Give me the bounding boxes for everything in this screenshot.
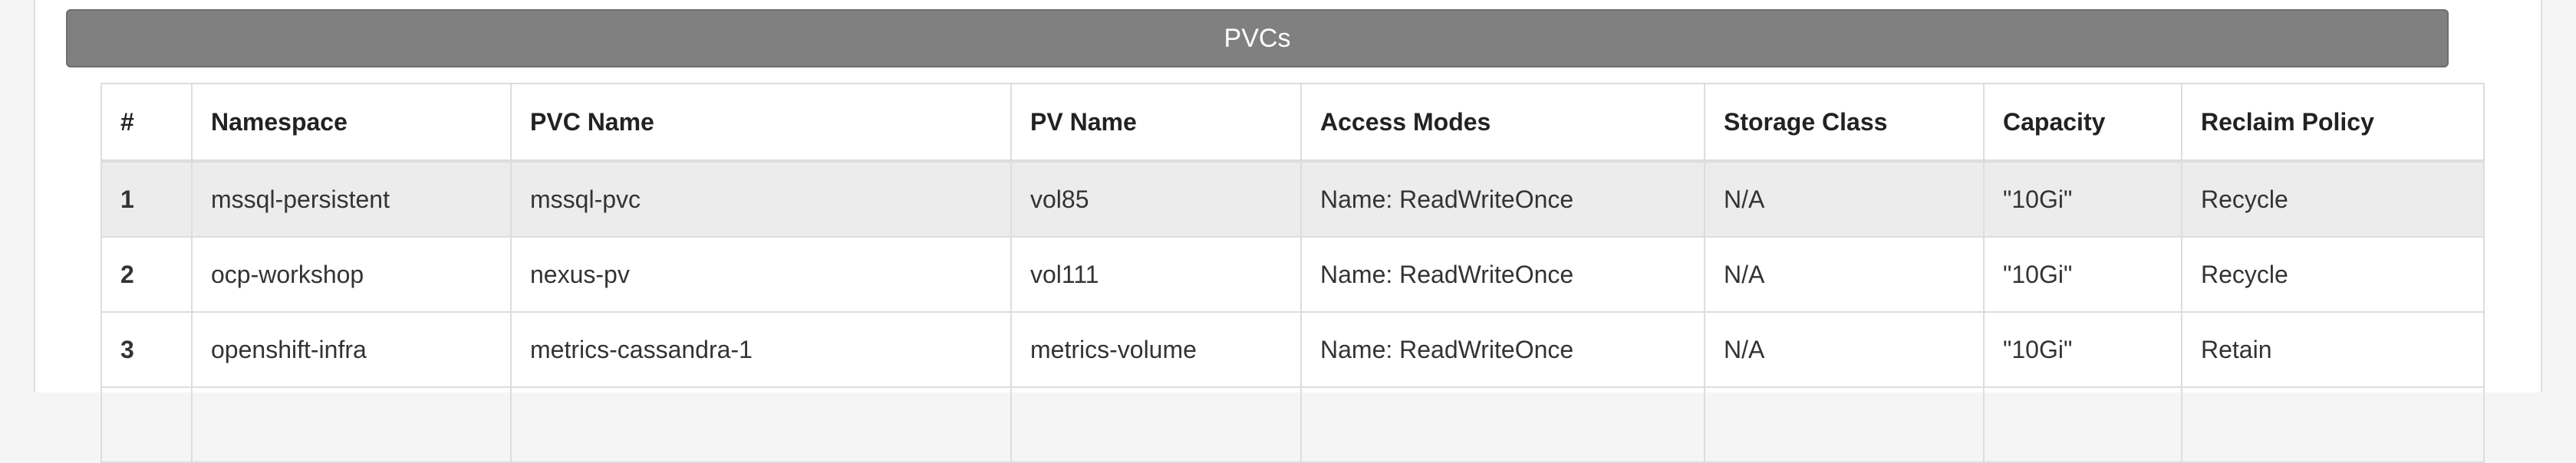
table-row-partial — [100, 386, 2485, 463]
cell-reclaim-policy: Recycle — [2181, 160, 2485, 238]
cell-pv-name: vol111 — [1010, 236, 1302, 313]
section-header: PVCs — [66, 9, 2449, 67]
column-header-namespace[interactable]: Namespace — [191, 83, 512, 163]
cell-index: 1 — [100, 160, 193, 238]
cell-pvc-name: nexus-pv — [510, 236, 1012, 313]
pvc-table: # Namespace PVC Name PV Name Access Mode… — [100, 83, 2485, 463]
cell-namespace: openshift-infra — [191, 311, 512, 388]
section-title: PVCs — [1224, 23, 1291, 53]
column-header-pv-name[interactable]: PV Name — [1010, 83, 1302, 163]
cell-namespace: ocp-workshop — [191, 236, 512, 313]
cell-storage-class: N/A — [1704, 236, 1985, 313]
column-header-index[interactable]: # — [100, 83, 193, 163]
column-header-capacity[interactable]: Capacity — [1983, 83, 2182, 163]
cell-access-modes: Name: ReadWriteOnce — [1300, 311, 1705, 388]
column-header-access-modes[interactable]: Access Modes — [1300, 83, 1705, 163]
cell-storage-class: N/A — [1704, 311, 1985, 388]
cell-pv-name: metrics-volume — [1010, 311, 1302, 388]
cell-reclaim-policy: Recycle — [2181, 236, 2485, 313]
cell-access-modes: Name: ReadWriteOnce — [1300, 236, 1705, 313]
table-header-row: # Namespace PVC Name PV Name Access Mode… — [100, 83, 2485, 163]
cell-capacity: "10Gi" — [1983, 236, 2182, 313]
cell-access-modes: Name: ReadWriteOnce — [1300, 160, 1705, 238]
cell-storage-class: N/A — [1704, 160, 1985, 238]
cell-pvc-name: metrics-cassandra-1 — [510, 311, 1012, 388]
column-header-pvc-name[interactable]: PVC Name — [510, 83, 1012, 163]
table-row[interactable]: 1 mssql-persistent mssql-pvc vol85 Name:… — [100, 160, 2485, 238]
cell-capacity: "10Gi" — [1983, 160, 2182, 238]
table-row[interactable]: 2 ocp-workshop nexus-pv vol111 Name: Rea… — [100, 236, 2485, 313]
cell-index: 2 — [100, 236, 193, 313]
cell-reclaim-policy: Retain — [2181, 311, 2485, 388]
table-row[interactable]: 3 openshift-infra metrics-cassandra-1 me… — [100, 311, 2485, 388]
cell-capacity: "10Gi" — [1983, 311, 2182, 388]
cell-pv-name: vol85 — [1010, 160, 1302, 238]
cell-namespace: mssql-persistent — [191, 160, 512, 238]
column-header-storage-class[interactable]: Storage Class — [1704, 83, 1985, 163]
cell-pvc-name: mssql-pvc — [510, 160, 1012, 238]
column-header-reclaim-policy[interactable]: Reclaim Policy — [2181, 83, 2485, 163]
cell-index: 3 — [100, 311, 193, 388]
